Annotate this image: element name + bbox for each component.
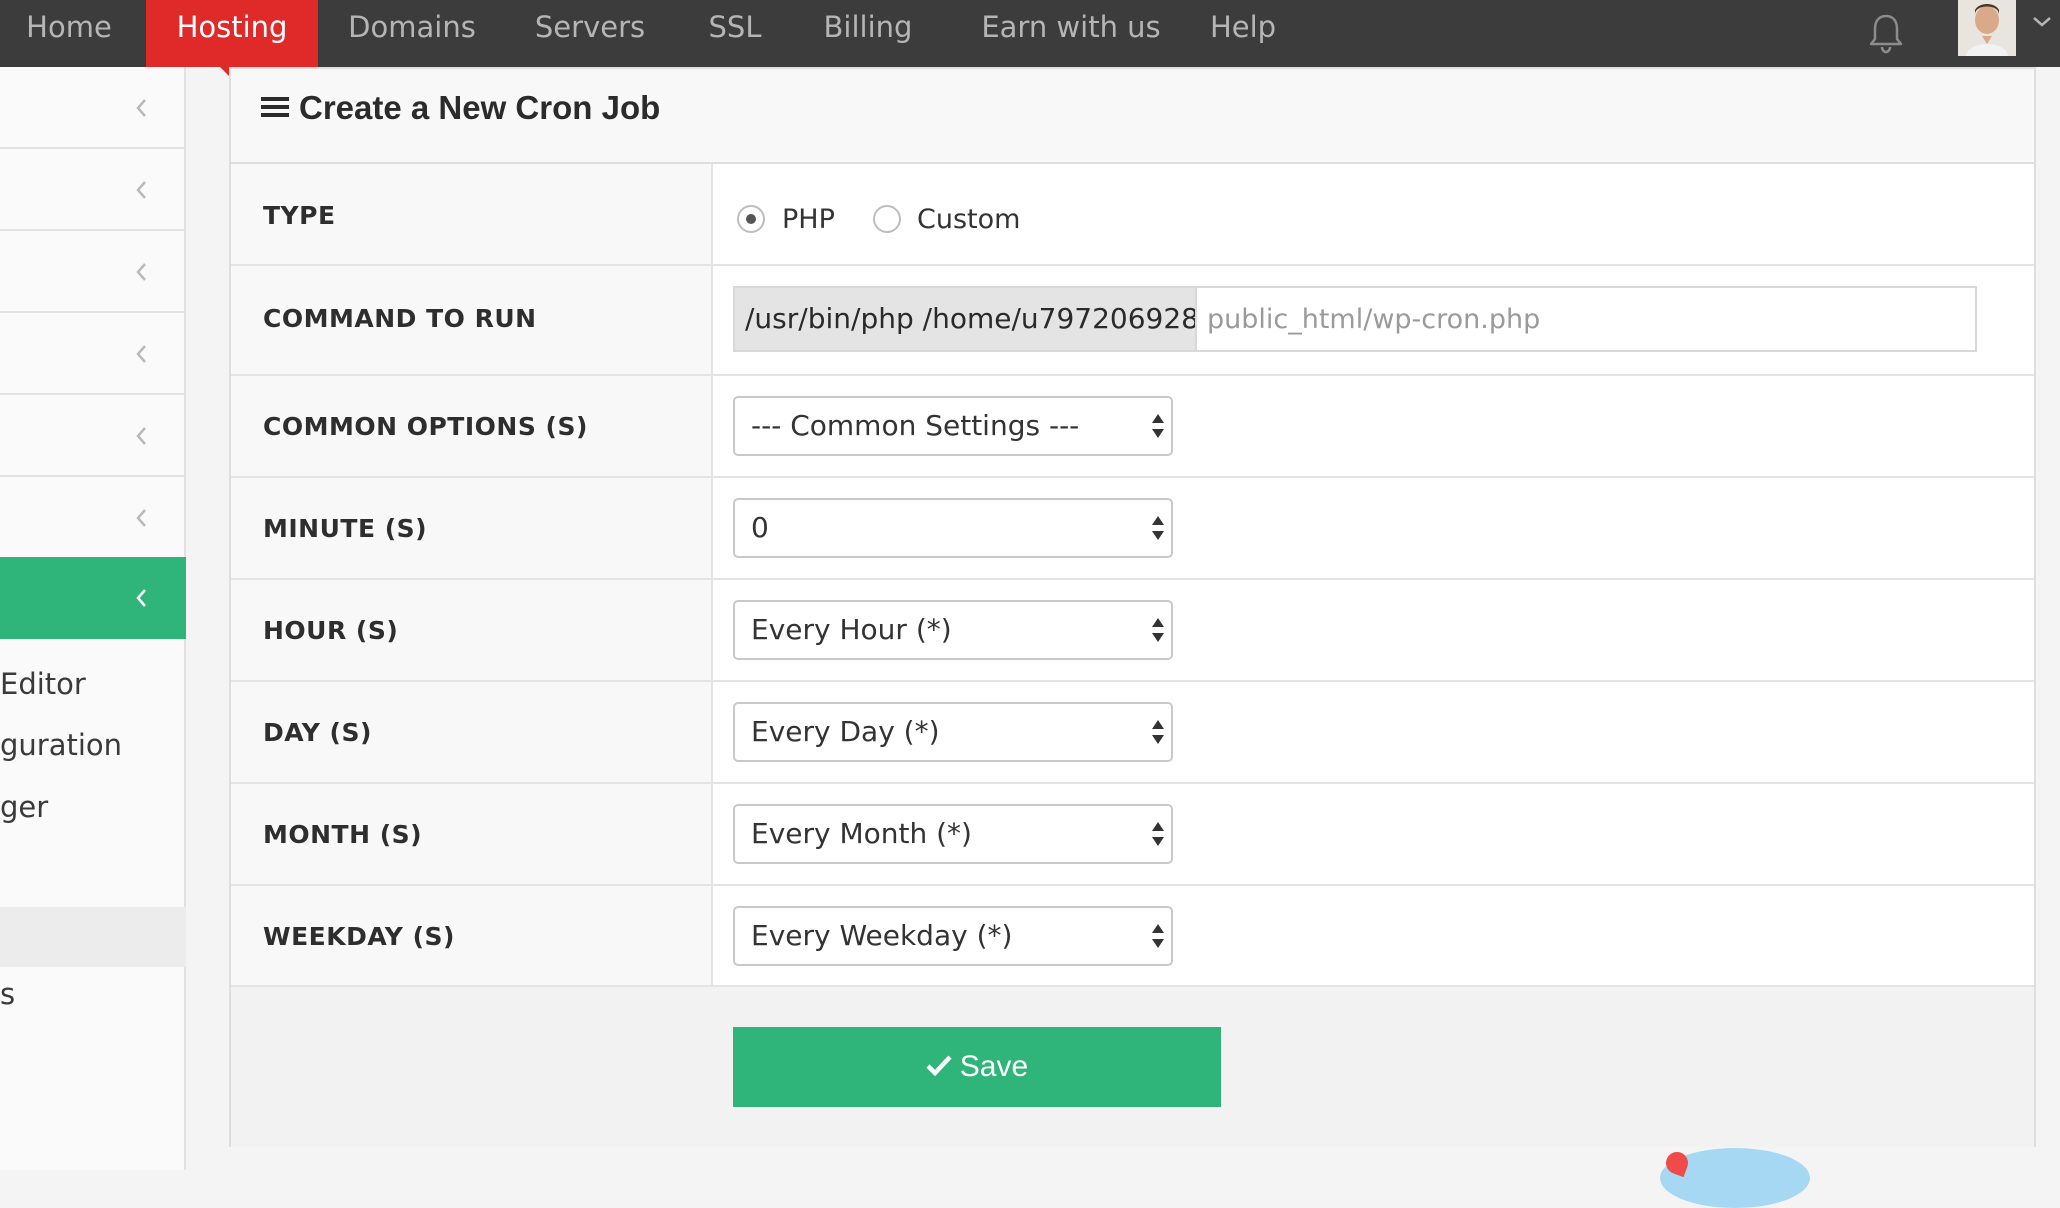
common-options-value: --- Common Settings --- <box>751 409 1080 442</box>
nav-billing[interactable]: Billing <box>800 0 936 67</box>
hour-label: HOUR (S) <box>263 616 399 645</box>
select-arrows-icon <box>1152 516 1164 540</box>
nav-ssl[interactable]: SSL <box>690 0 780 67</box>
weekday-label: WEEKDAY (S) <box>263 922 455 951</box>
radio-php[interactable] <box>737 205 765 233</box>
panel-header: Create a New Cron Job <box>231 69 2034 164</box>
nav-earn-with-us[interactable]: Earn with us <box>966 0 1176 67</box>
sidebar-item[interactable] <box>0 477 186 559</box>
minute-select[interactable]: 0 <box>733 498 1173 558</box>
hour-select[interactable]: Every Hour (*) <box>733 600 1173 660</box>
radio-custom[interactable] <box>873 205 901 233</box>
form-row-minute: MINUTE (S) 0 <box>231 478 2034 580</box>
select-arrows-icon <box>1152 924 1164 948</box>
nav-domains[interactable]: Domains <box>330 0 494 67</box>
form-row-hour: HOUR (S) Every Hour (*) <box>231 580 2034 682</box>
form-row-command: COMMAND TO RUN /usr/bin/php /home/u79720… <box>231 266 2034 376</box>
day-value: Every Day (*) <box>751 715 940 748</box>
chevron-left-icon <box>136 345 146 363</box>
nav-hosting[interactable]: Hosting <box>146 0 318 79</box>
chevron-down-icon[interactable] <box>2030 12 2054 32</box>
type-label: TYPE <box>263 201 336 230</box>
sidebar-item[interactable] <box>0 313 186 395</box>
common-options-label: COMMON OPTIONS (S) <box>263 412 588 441</box>
label-cell: TYPE <box>231 164 713 264</box>
common-options-select[interactable]: --- Common Settings --- <box>733 396 1173 456</box>
sidebar-item[interactable] <box>0 395 186 477</box>
day-select[interactable]: Every Day (*) <box>733 702 1173 762</box>
chevron-left-icon <box>136 427 146 445</box>
command-input[interactable] <box>1195 286 1977 352</box>
command-prefix: /usr/bin/php /home/u797206928/ <box>733 286 1195 352</box>
hour-value: Every Hour (*) <box>751 613 952 646</box>
day-label: DAY (S) <box>263 718 372 747</box>
label-cell: MINUTE (S) <box>231 478 713 578</box>
sidebar-item[interactable] <box>0 231 186 313</box>
hamburger-icon <box>261 97 289 118</box>
label-cell: COMMAND TO RUN <box>231 266 713 374</box>
form-row-common-options: COMMON OPTIONS (S) --- Common Settings -… <box>231 376 2034 478</box>
sidebar-subitem[interactable]: s <box>0 977 15 1011</box>
weekday-value: Every Weekday (*) <box>751 919 1013 952</box>
select-arrows-icon <box>1152 414 1164 438</box>
nav-help[interactable]: Help <box>1196 0 1290 67</box>
form-row-type: TYPE PHP Custom <box>231 164 2034 266</box>
select-arrows-icon <box>1152 822 1164 846</box>
month-label: MONTH (S) <box>263 820 423 849</box>
minute-label: MINUTE (S) <box>263 514 428 543</box>
sidebar-subitem-selected[interactable] <box>0 907 186 967</box>
weekday-select[interactable]: Every Weekday (*) <box>733 906 1173 966</box>
save-label: Save <box>959 1050 1029 1083</box>
chevron-left-icon <box>136 99 146 117</box>
form-footer: Save <box>231 987 2034 1147</box>
top-navbar: Home Hosting Domains Servers SSL Billing… <box>0 0 2060 79</box>
chevron-left-icon <box>136 263 146 281</box>
label-cell: COMMON OPTIONS (S) <box>231 376 713 476</box>
label-cell: DAY (S) <box>231 682 713 782</box>
nav-home[interactable]: Home <box>0 0 138 67</box>
sidebar-subitem-configuration[interactable]: guration <box>0 728 122 762</box>
sidebar-item-active[interactable] <box>0 557 186 639</box>
avatar[interactable] <box>1958 0 2016 56</box>
month-value: Every Month (*) <box>751 817 972 850</box>
label-cell: HOUR (S) <box>231 580 713 680</box>
sidebar-item[interactable] <box>0 149 186 231</box>
page-title: Create a New Cron Job <box>261 89 660 127</box>
nav-servers[interactable]: Servers <box>500 0 680 67</box>
label-cell: MONTH (S) <box>231 784 713 884</box>
sidebar: Editor guration ger s <box>0 67 186 1170</box>
radio-custom-label[interactable]: Custom <box>917 204 1020 235</box>
form-row-weekday: WEEKDAY (S) Every Weekday (*) <box>231 886 2034 987</box>
label-cell: WEEKDAY (S) <box>231 886 713 985</box>
select-arrows-icon <box>1152 618 1164 642</box>
check-icon <box>926 1055 952 1077</box>
page-title-text: Create a New Cron Job <box>299 89 661 126</box>
month-select[interactable]: Every Month (*) <box>733 804 1173 864</box>
minute-value: 0 <box>751 511 769 544</box>
form-row-month: MONTH (S) Every Month (*) <box>231 784 2034 886</box>
chevron-left-icon <box>136 509 146 527</box>
cron-job-panel: Create a New Cron Job TYPE PHP Custom CO… <box>229 67 2036 1147</box>
sidebar-subitem-editor[interactable]: Editor <box>0 667 86 701</box>
sidebar-item[interactable] <box>0 67 186 149</box>
chevron-left-icon <box>136 181 146 199</box>
bell-icon[interactable] <box>1866 12 1906 54</box>
command-label: COMMAND TO RUN <box>263 304 537 333</box>
radio-php-label[interactable]: PHP <box>782 204 835 235</box>
chevron-left-icon <box>136 589 146 607</box>
save-button[interactable]: Save <box>733 1027 1221 1107</box>
form-row-day: DAY (S) Every Day (*) <box>231 682 2034 784</box>
select-arrows-icon <box>1152 720 1164 744</box>
sidebar-subitem-manager[interactable]: ger <box>0 790 48 824</box>
